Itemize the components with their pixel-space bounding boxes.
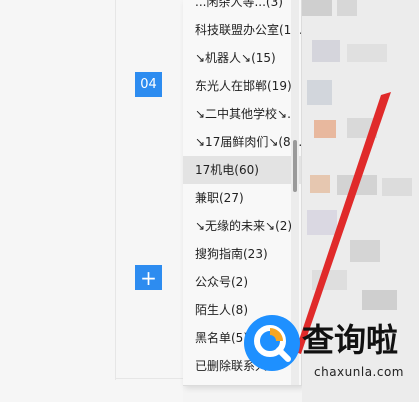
magnifier-icon: [244, 315, 300, 371]
watermark-title: 查询啦: [302, 321, 399, 359]
watermark-logo: 查询啦 chaxunla.com: [244, 315, 414, 395]
watermark-url: chaxunla.com: [314, 365, 404, 379]
